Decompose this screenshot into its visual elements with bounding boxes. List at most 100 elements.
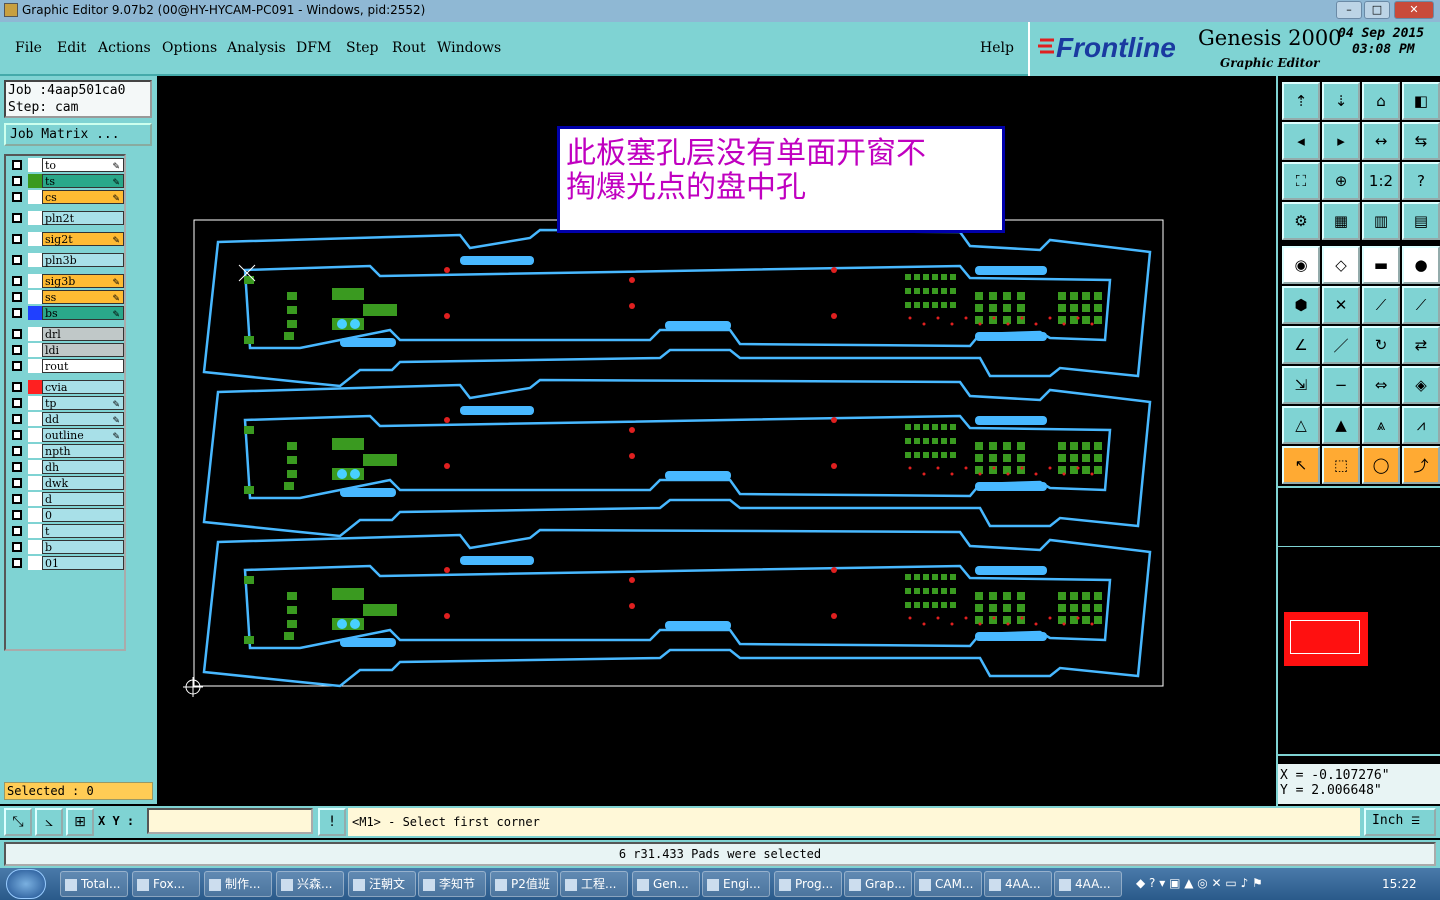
layer-row[interactable]: ss ✎ [8, 290, 126, 304]
triangle-up-icon[interactable]: ▲ [1322, 406, 1360, 444]
close-button[interactable]: ✕ [1394, 1, 1434, 19]
layer-color-swatch[interactable] [28, 274, 42, 288]
layer-color-swatch[interactable] [28, 460, 42, 474]
swap-icon[interactable]: ⇆ [1402, 122, 1440, 160]
layer-color-swatch[interactable] [28, 380, 42, 394]
layer-color-swatch[interactable] [28, 158, 42, 172]
layer-color-swatch[interactable] [28, 508, 42, 522]
layer-row[interactable]: to ✎ [8, 158, 126, 172]
layer-row[interactable]: npth [8, 444, 126, 458]
home-icon[interactable]: ⌂ [1362, 82, 1400, 120]
menu-file[interactable]: File [15, 40, 42, 56]
layer-name[interactable]: cs ✎ [42, 190, 124, 204]
layer-color-swatch[interactable] [28, 174, 42, 188]
menu-options[interactable]: Options [162, 40, 217, 56]
layer-name[interactable]: npth [42, 444, 124, 458]
layer-checkbox[interactable] [12, 542, 22, 552]
layer-row[interactable]: cs ✎ [8, 190, 126, 204]
menu-edit[interactable]: Edit [57, 40, 86, 56]
layer-color-swatch[interactable] [28, 290, 42, 304]
layer-name[interactable]: b [42, 540, 124, 554]
menu-step[interactable]: Step [346, 40, 378, 56]
triangle-arrow-icon[interactable]: ⩓ [1362, 406, 1400, 444]
layers-red-icon[interactable]: ▥ [1362, 202, 1400, 240]
layer-name[interactable]: pln2t [42, 211, 124, 225]
mirror-icon[interactable]: ⇄ [1402, 326, 1440, 364]
xy-input[interactable] [147, 808, 313, 834]
grid-icon[interactable]: ⊞ [66, 808, 94, 836]
line-dot-icon[interactable]: ⟋ [1402, 286, 1440, 324]
layers-blue-icon[interactable]: ▤ [1402, 202, 1440, 240]
layer-name[interactable]: to ✎ [42, 158, 124, 172]
measure-icon[interactable]: ⦣ [35, 808, 63, 836]
layer-name[interactable]: dd ✎ [42, 412, 124, 426]
window-split-icon[interactable]: ◧ [1402, 82, 1440, 120]
layer-row[interactable]: d [8, 492, 126, 506]
settings-icon[interactable]: ⚙ [1282, 202, 1320, 240]
start-button[interactable] [6, 869, 46, 899]
resize-icon[interactable]: ⇔ [1362, 366, 1400, 404]
menu-dfm[interactable]: DFM [296, 40, 331, 56]
taskbar-item[interactable]: Prog... [774, 871, 842, 897]
menu-rout[interactable]: Rout [392, 40, 426, 56]
layer-row[interactable]: t [8, 524, 126, 538]
layer-row[interactable]: pln3b [8, 253, 126, 267]
layer-name[interactable]: cvia [42, 380, 124, 394]
layer-checkbox[interactable] [12, 430, 22, 440]
help-icon[interactable]: ? [1402, 162, 1440, 200]
layer-row[interactable]: dh [8, 460, 126, 474]
layer-row[interactable]: outline ✎ [8, 428, 126, 442]
layer-checkbox[interactable] [12, 176, 22, 186]
job-matrix-button[interactable]: Job Matrix ... [4, 123, 152, 146]
triangle-icon[interactable]: △ [1282, 406, 1320, 444]
layer-checkbox[interactable] [12, 510, 22, 520]
taskbar-item[interactable]: 4AA... [984, 871, 1052, 897]
layer-name[interactable]: t [42, 524, 124, 538]
layer-name[interactable]: 01 [42, 556, 124, 570]
zoom-fit-icon[interactable]: ⛶ [1282, 162, 1320, 200]
alert-icon[interactable]: ! [318, 808, 346, 836]
line-icon[interactable]: ⟋ [1362, 286, 1400, 324]
layer-checkbox[interactable] [12, 478, 22, 488]
layer-color-swatch[interactable] [28, 359, 42, 373]
taskbar-item[interactable]: CAM... [914, 871, 982, 897]
layer-color-swatch[interactable] [28, 190, 42, 204]
layer-checkbox[interactable] [12, 308, 22, 318]
layer-name[interactable]: dh [42, 460, 124, 474]
layer-row[interactable]: pln2t [8, 211, 126, 225]
layer-row[interactable]: dwk [8, 476, 126, 490]
layer-row[interactable]: 0 [8, 508, 126, 522]
layer-checkbox[interactable] [12, 276, 22, 286]
layer-checkbox[interactable] [12, 329, 22, 339]
layer-checkbox[interactable] [12, 345, 22, 355]
slash-icon[interactable]: ／ [1322, 326, 1360, 364]
layer-color-swatch[interactable] [28, 428, 42, 442]
taskbar-item[interactable]: Gen... [632, 871, 700, 897]
taskbar-item[interactable]: Fox... [132, 871, 200, 897]
layer-checkbox[interactable] [12, 446, 22, 456]
layer-checkbox[interactable] [12, 414, 22, 424]
layer-color-swatch[interactable] [28, 396, 42, 410]
taskbar-item[interactable]: P2值班 [490, 871, 558, 897]
layer-checkbox[interactable] [12, 234, 22, 244]
layer-color-swatch[interactable] [28, 327, 42, 341]
layer-checkbox[interactable] [12, 462, 22, 472]
menu-analysis[interactable]: Analysis [227, 40, 286, 56]
layer-color-swatch[interactable] [28, 412, 42, 426]
layer-checkbox[interactable] [12, 494, 22, 504]
layer-name[interactable]: drl [42, 327, 124, 341]
layer-name[interactable]: dwk [42, 476, 124, 490]
flip-icon[interactable]: ↔ [1362, 122, 1400, 160]
pointer-icon[interactable]: ↖ [1282, 446, 1320, 484]
snap-icon[interactable]: ⤡ [4, 808, 32, 836]
layer-checkbox[interactable] [12, 192, 22, 202]
move-icon[interactable]: ⇲ [1282, 366, 1320, 404]
layer-checkbox[interactable] [12, 160, 22, 170]
layer-name[interactable]: ts ✎ [42, 174, 124, 188]
layer-name[interactable]: tp ✎ [42, 396, 124, 410]
layer-row[interactable]: bs ✎ [8, 306, 126, 320]
taskbar-item[interactable]: 李知节 [418, 871, 486, 897]
layer-row[interactable]: dd ✎ [8, 412, 126, 426]
minus-icon[interactable]: − [1322, 366, 1360, 404]
layer-checkbox[interactable] [12, 558, 22, 568]
